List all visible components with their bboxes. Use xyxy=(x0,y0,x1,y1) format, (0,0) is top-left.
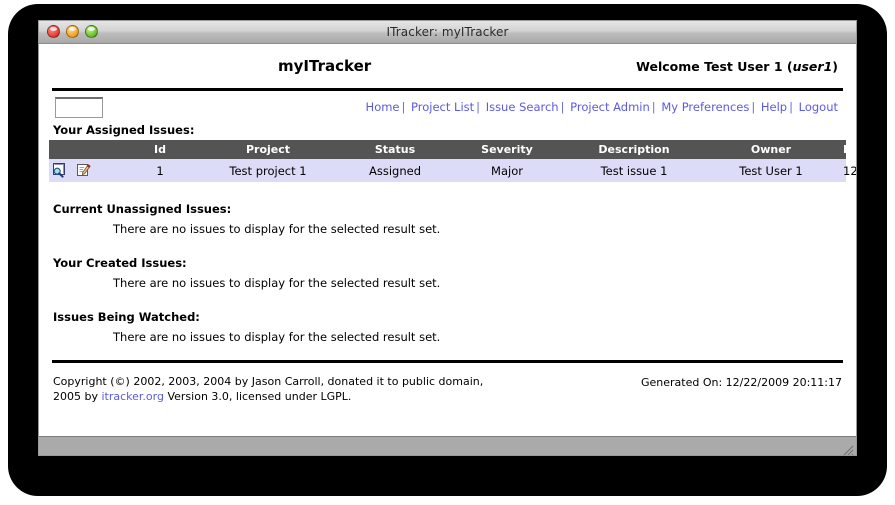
browser-window: ITracker: myITracker myITracker Welcome … xyxy=(38,20,857,456)
table-header-row: Id Project Status Severity Description O… xyxy=(49,140,856,159)
nav-link-issue-search[interactable]: Issue Search xyxy=(486,100,559,114)
edit-icon[interactable] xyxy=(76,163,91,178)
column-header-severity[interactable]: Severity xyxy=(451,140,563,159)
row-actions xyxy=(49,159,123,182)
empty-message-created: There are no issues to display for the s… xyxy=(113,276,441,290)
copyright-line-2-suffix: Version 3.0, licensed under LGPL. xyxy=(163,389,352,403)
nav-link-project-admin[interactable]: Project Admin xyxy=(570,100,650,114)
navigation-bar: Home | Project List | Issue Search | Projec… xyxy=(49,91,846,123)
cell-project: Test project 1 xyxy=(197,159,339,182)
nav-separator: | xyxy=(560,100,565,114)
nav-link-logout[interactable]: Logout xyxy=(799,100,838,114)
cell-id: 1 xyxy=(123,159,197,182)
nav-separator: | xyxy=(651,100,656,114)
copyright-line-1: Copyright (©) 2002, 2003, 2004 by Jason … xyxy=(53,375,484,388)
cell-last-modified: 12/22/2009 20:05:51 xyxy=(837,159,856,182)
assigned-issues-table: Id Project Status Severity Description O… xyxy=(49,140,856,182)
generated-on-text: Generated On: 12/22/2009 20:11:17 xyxy=(641,376,842,389)
welcome-message: Welcome Test User 1 (user1) xyxy=(636,59,842,74)
nav-links: Home | Project List | Issue Search | Projec… xyxy=(103,100,842,114)
cell-severity: Major xyxy=(451,159,563,182)
window-title: ITracker: myITracker xyxy=(386,25,509,39)
window-controls xyxy=(47,25,98,38)
logo-placeholder xyxy=(55,96,103,118)
section-label-unassigned-issues: Current Unassigned Issues: xyxy=(53,202,232,216)
zoom-button-icon[interactable] xyxy=(85,25,98,38)
itracker-org-link[interactable]: itracker.org xyxy=(101,390,163,403)
cell-owner: Test User 1 xyxy=(705,159,837,182)
page-footer: Copyright (©) 2002, 2003, 2004 by Jason … xyxy=(49,363,846,405)
cell-description: Test issue 1 xyxy=(563,159,705,182)
nav-separator: | xyxy=(789,100,793,114)
welcome-prefix: Welcome Test User 1 ( xyxy=(636,58,793,74)
cell-status: Assigned xyxy=(339,159,451,182)
nav-separator: | xyxy=(476,100,481,114)
window-titlebar[interactable]: ITracker: myITracker xyxy=(39,21,856,44)
column-header-last-modified[interactable]: Last Modified xyxy=(837,140,856,159)
column-header-description[interactable]: Description xyxy=(563,140,705,159)
minimize-button-icon[interactable] xyxy=(66,25,79,38)
nav-link-my-preferences[interactable]: My Preferences xyxy=(661,100,749,114)
empty-message-watched: There are no issues to display for the s… xyxy=(113,330,441,344)
copyright-text: Copyright (©) 2002, 2003, 2004 by Jason … xyxy=(53,375,641,405)
table-row[interactable]: 1 Test project 1 Assigned Major Test iss… xyxy=(49,159,856,182)
nav-link-home[interactable]: Home xyxy=(366,100,400,114)
page-content: myITracker Welcome Test User 1 (user1) H… xyxy=(39,44,856,436)
column-header-id[interactable]: Id xyxy=(123,140,197,159)
nav-link-help[interactable]: Help xyxy=(761,100,787,114)
nav-link-project-list[interactable]: Project List xyxy=(411,100,474,114)
app-title: myITracker xyxy=(278,57,372,75)
welcome-suffix: ) xyxy=(832,58,838,74)
resize-grip-icon[interactable] xyxy=(840,443,854,456)
view-icon[interactable] xyxy=(52,163,67,178)
column-header-actions[interactable] xyxy=(49,140,123,159)
window-statusbar xyxy=(39,436,856,456)
welcome-username: user1 xyxy=(792,58,833,74)
column-header-owner[interactable]: Owner xyxy=(705,140,837,159)
empty-message-unassigned: There are no issues to display for the s… xyxy=(113,222,441,236)
column-header-project[interactable]: Project xyxy=(197,140,339,159)
nav-separator: | xyxy=(751,100,756,114)
section-label-assigned-issues: Your Assigned Issues: xyxy=(53,123,195,137)
section-label-created-issues: Your Created Issues: xyxy=(53,256,187,270)
column-header-status[interactable]: Status xyxy=(339,140,451,159)
desktop-background: ITracker: myITracker myITracker Welcome … xyxy=(0,0,895,505)
page-header: myITracker Welcome Test User 1 (user1) xyxy=(49,44,846,88)
section-label-watched-issues: Issues Being Watched: xyxy=(53,310,200,324)
close-button-icon[interactable] xyxy=(47,25,60,38)
nav-separator: | xyxy=(401,100,406,114)
copyright-line-2-prefix: 2005 by xyxy=(53,389,102,403)
